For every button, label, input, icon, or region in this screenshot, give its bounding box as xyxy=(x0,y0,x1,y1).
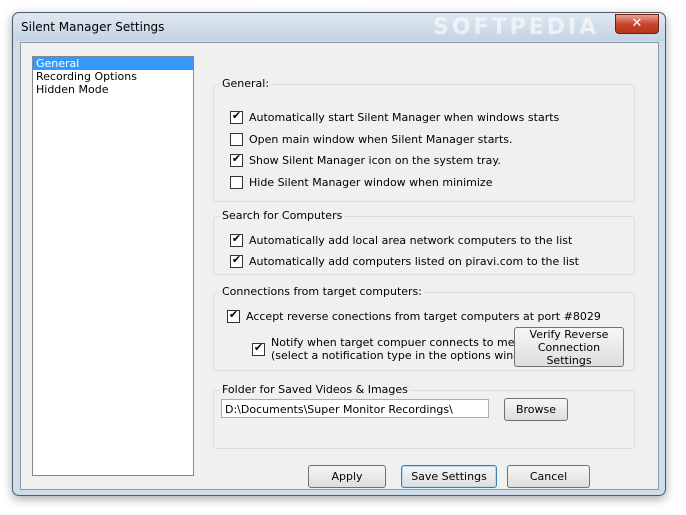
option-open-main-window[interactable]: Open main window when Silent Manager sta… xyxy=(230,133,513,146)
option-tray-icon[interactable]: ✔ Show Silent Manager icon on the system… xyxy=(230,152,501,167)
connections-legend: Connections from target computers: xyxy=(220,285,424,298)
open-main-window-checkbox[interactable] xyxy=(230,133,243,146)
search-group: Search for Computers ✔ Automatically add… xyxy=(213,209,635,275)
verify-reverse-label-line1: Verify Reverse xyxy=(529,327,609,341)
dialog-body: General Recording Options Hidden Mode Ge… xyxy=(20,42,659,490)
notify-checkbox[interactable]: ✔ xyxy=(252,340,265,356)
option-autostart[interactable]: ✔ Automatically start Silent Manager whe… xyxy=(230,109,560,124)
nav-item-hidden-mode[interactable]: Hidden Mode xyxy=(33,83,193,96)
search-legend: Search for Computers xyxy=(220,209,345,222)
save-settings-button[interactable]: Save Settings xyxy=(401,465,497,488)
add-piravi-checkbox[interactable]: ✔ xyxy=(230,253,243,268)
open-main-window-label: Open main window when Silent Manager sta… xyxy=(249,133,513,146)
folder-path-input[interactable]: D:\Documents\Super Monitor Recordings\ xyxy=(221,399,489,418)
option-add-lan[interactable]: ✔ Automatically add local area network c… xyxy=(230,232,573,247)
hide-on-minimize-label: Hide Silent Manager window when minimize xyxy=(249,176,493,189)
window-title: Silent Manager Settings xyxy=(21,20,165,34)
option-notify[interactable]: ✔ Notify when target compuer connects to… xyxy=(252,336,540,362)
close-icon: ✕ xyxy=(631,16,643,31)
general-group: General: ✔ Automatically start Silent Ma… xyxy=(213,77,635,202)
notify-label-line2: (select a notification type in the optio… xyxy=(271,349,541,362)
check-icon: ✔ xyxy=(228,308,239,321)
check-icon: ✔ xyxy=(231,232,242,245)
nav-item-recording-options[interactable]: Recording Options xyxy=(33,70,193,83)
connections-group: Connections from target computers: ✔ Acc… xyxy=(213,285,635,371)
accept-reverse-checkbox[interactable]: ✔ xyxy=(227,308,240,323)
general-legend: General: xyxy=(220,77,272,90)
option-add-piravi[interactable]: ✔ Automatically add computers listed on … xyxy=(230,253,579,268)
verify-reverse-button[interactable]: Verify Reverse Connection Settings xyxy=(514,327,624,367)
accept-reverse-label: Accept reverse conections from target co… xyxy=(246,310,601,323)
check-icon: ✔ xyxy=(231,152,242,165)
settings-window: Silent Manager Settings SOFTPEDIA ✕ Gene… xyxy=(12,12,666,496)
autostart-checkbox[interactable]: ✔ xyxy=(230,109,243,124)
browse-button[interactable]: Browse xyxy=(504,398,568,421)
check-icon: ✔ xyxy=(253,340,264,354)
close-button[interactable]: ✕ xyxy=(615,14,659,34)
check-icon: ✔ xyxy=(231,109,242,122)
check-icon: ✔ xyxy=(231,253,242,266)
nav-item-general[interactable]: General xyxy=(33,57,193,70)
folder-legend: Folder for Saved Videos & Images xyxy=(220,383,410,396)
hide-on-minimize-checkbox[interactable] xyxy=(230,176,243,189)
watermark: SOFTPEDIA xyxy=(433,15,600,40)
add-lan-checkbox[interactable]: ✔ xyxy=(230,232,243,247)
title-bar[interactable]: Silent Manager Settings SOFTPEDIA ✕ xyxy=(13,13,665,41)
cancel-button[interactable]: Cancel xyxy=(507,465,590,488)
option-accept-reverse[interactable]: ✔ Accept reverse conections from target … xyxy=(227,308,601,323)
add-lan-label: Automatically add local area network com… xyxy=(249,234,573,247)
option-hide-on-minimize[interactable]: Hide Silent Manager window when minimize xyxy=(230,176,492,189)
autostart-label: Automatically start Silent Manager when … xyxy=(249,111,560,124)
notify-label: Notify when target compuer connects to m… xyxy=(271,336,540,362)
tray-icon-checkbox[interactable]: ✔ xyxy=(230,152,243,167)
apply-button[interactable]: Apply xyxy=(308,465,386,488)
notify-label-line1: Notify when target compuer connects to m… xyxy=(271,336,518,349)
verify-reverse-label-line2: Connection Settings xyxy=(537,340,601,367)
add-piravi-label: Automatically add computers listed on pi… xyxy=(249,255,579,268)
tray-icon-label: Show Silent Manager icon on the system t… xyxy=(249,154,501,167)
settings-category-list[interactable]: General Recording Options Hidden Mode xyxy=(32,56,194,476)
